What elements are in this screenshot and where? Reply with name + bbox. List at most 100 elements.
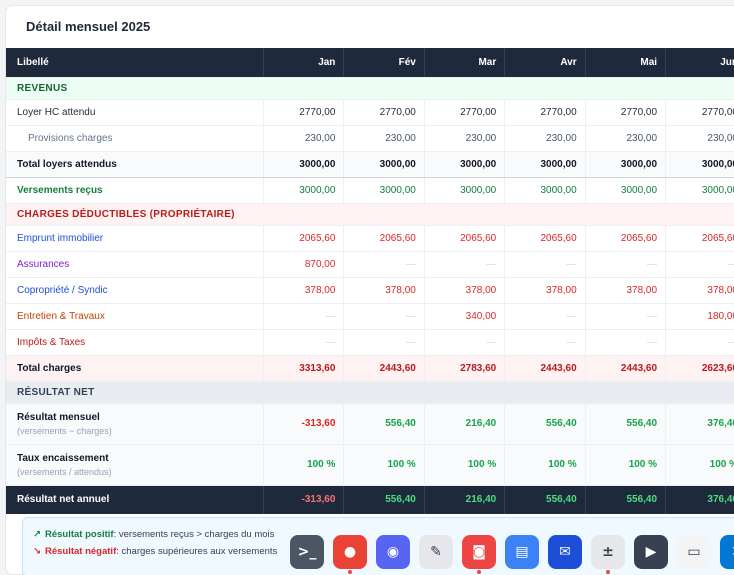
cell-apr: 3000,00 xyxy=(504,151,586,178)
dock-glyph: ✉ xyxy=(559,544,571,560)
cell-jan: — xyxy=(263,329,344,356)
cell-jun: 376,40 xyxy=(665,485,734,514)
cell-jun: 3000,00 xyxy=(665,151,734,178)
cell-may: — xyxy=(584,251,666,278)
row-resultat-annuel: Résultat net annuel -313,60 556,40 216,40 5… xyxy=(6,485,734,514)
running-indicator xyxy=(348,570,352,574)
cell-may: 230,00 xyxy=(584,125,666,152)
chrome-icon[interactable]: ● xyxy=(333,535,367,574)
cell-jan: 3000,00 xyxy=(263,177,344,204)
cell-mar: 230,00 xyxy=(423,125,505,152)
row-label: Taux encaissement xyxy=(17,452,109,464)
section-revenus: REVENUS xyxy=(6,77,734,100)
col-header-jun: Jun xyxy=(665,48,734,78)
cell-apr: 3000,00 xyxy=(504,177,586,204)
cell-mar: 378,00 xyxy=(423,277,505,304)
trend-up-icon: ↗ xyxy=(33,529,41,540)
row-emprunt: Emprunt immobilier 2065,60 2065,60 2065,60… xyxy=(6,225,734,252)
discord-icon[interactable]: ◉ xyxy=(376,535,410,569)
running-indicator xyxy=(477,570,481,574)
row-impots: Impôts & Taxes —————— xyxy=(6,329,734,356)
row-label: Résultat net annuel xyxy=(6,485,264,514)
cell-feb: 378,00 xyxy=(343,277,425,304)
dock-glyph: ± xyxy=(602,544,614,560)
cell-jun: 180,00 xyxy=(665,303,734,330)
row-label-group: Taux encaissement (versements / attendus… xyxy=(6,444,264,486)
dock-glyph: ▤ xyxy=(515,544,529,560)
row-copropriete: Copropriété / Syndic 378,00 378,00 378,00 3… xyxy=(6,277,734,304)
cell-may: 556,40 xyxy=(584,485,666,514)
col-header-may: Mai xyxy=(584,48,666,78)
cell-apr: 556,40 xyxy=(504,485,586,514)
cell-apr: 2443,60 xyxy=(504,355,586,382)
running-indicator xyxy=(606,570,610,574)
section-label: REVENUS xyxy=(6,77,734,100)
cell-apr: — xyxy=(504,303,586,330)
cell-may: 556,40 xyxy=(584,403,666,445)
cell-apr: 230,00 xyxy=(504,125,586,152)
cell-feb: 3000,00 xyxy=(343,151,425,178)
cell-feb: — xyxy=(343,303,425,330)
cell-jun: — xyxy=(665,329,734,356)
table-header: Libellé Jan Fév Mar Avr Mai Jun xyxy=(6,48,734,78)
cell-apr: 100 % xyxy=(504,444,586,486)
cell-jan: 378,00 xyxy=(263,277,344,304)
cell-mar: 2783,60 xyxy=(423,355,505,382)
cell-jun: — xyxy=(665,251,734,278)
cell-jan: 870,00 xyxy=(263,251,344,278)
cell-feb: 2443,60 xyxy=(343,355,425,382)
cell-may: 2770,00 xyxy=(584,99,666,126)
cell-mar: 3000,00 xyxy=(423,177,505,204)
dock-glyph: >_ xyxy=(297,544,317,560)
row-sublabel: (versements / attendus) xyxy=(17,466,112,477)
cell-feb: 3000,00 xyxy=(343,177,425,204)
row-label: Impôts & Taxes xyxy=(6,329,264,356)
row-versements: Versements reçus 3000,00 3000,00 3000,00 30… xyxy=(6,177,734,204)
row-label: Total charges xyxy=(6,355,264,382)
cell-mar: 100 % xyxy=(423,444,505,486)
row-label: Entretien & Travaux xyxy=(6,303,264,330)
cell-feb: 556,40 xyxy=(343,403,425,445)
row-resultat-mensuel: Résultat mensuel (versements − charges) … xyxy=(6,403,734,445)
calculator-icon[interactable]: ± xyxy=(591,535,625,574)
cell-may: — xyxy=(584,303,666,330)
cell-mar: 216,40 xyxy=(423,403,505,445)
cell-jun: 100 % xyxy=(665,444,734,486)
cell-jun: 2623,60 xyxy=(665,355,734,382)
row-label: Résultat mensuel xyxy=(17,411,100,423)
legend-negative-label: Résultat négatif xyxy=(44,546,117,557)
row-label: Emprunt immobilier xyxy=(6,225,264,252)
section-resultat: RÉSULTAT NET xyxy=(6,381,734,404)
dock: >_ ● ◉ ✎ ◙ ▤ ✉ ± ▶ ▭ ✕ xyxy=(290,529,734,575)
cell-mar: — xyxy=(423,329,505,356)
cell-mar: — xyxy=(423,251,505,278)
row-provisions: Provisions charges 230,00 230,00 230,00 230… xyxy=(6,125,734,152)
cell-feb: 2770,00 xyxy=(343,99,425,126)
vscode-icon[interactable]: ✕ xyxy=(720,535,734,569)
cell-apr: 2065,60 xyxy=(504,225,586,252)
files-icon[interactable]: ▤ xyxy=(505,535,539,569)
cell-jun: 230,00 xyxy=(665,125,734,152)
screenshot-icon[interactable]: ◙ xyxy=(462,535,496,574)
cell-may: 378,00 xyxy=(584,277,666,304)
cell-feb: 2065,60 xyxy=(343,225,425,252)
cell-jan: 3313,60 xyxy=(263,355,344,382)
cell-mar: 2770,00 xyxy=(423,99,505,126)
cell-jan: 230,00 xyxy=(263,125,344,152)
cell-jan: 3000,00 xyxy=(263,151,344,178)
terminal-icon[interactable]: >_ xyxy=(290,535,324,569)
row-loyer-hc: Loyer HC attendu 2770,00 2770,00 2770,00 27… xyxy=(6,99,734,126)
row-entretien: Entretien & Travaux ——340,00——180,00 xyxy=(6,303,734,330)
text-editor-icon[interactable]: ✎ xyxy=(419,535,453,569)
thunderbird-icon[interactable]: ✉ xyxy=(548,535,582,569)
document-viewer-icon[interactable]: ▭ xyxy=(677,535,711,569)
cell-apr: 378,00 xyxy=(504,277,586,304)
monthly-table: Libellé Jan Fév Mar Avr Mai Jun REVENUS … xyxy=(6,48,734,514)
cell-jun: 3000,00 xyxy=(665,177,734,204)
video-editor-icon[interactable]: ▶ xyxy=(634,535,668,569)
cell-may: 2065,60 xyxy=(584,225,666,252)
row-assurances: Assurances 870,00————— xyxy=(6,251,734,278)
cell-mar: 2065,60 xyxy=(423,225,505,252)
col-header-label: Libellé xyxy=(6,48,264,78)
section-label: CHARGES DÉDUCTIBLES (PROPRIÉTAIRE) xyxy=(6,203,734,226)
